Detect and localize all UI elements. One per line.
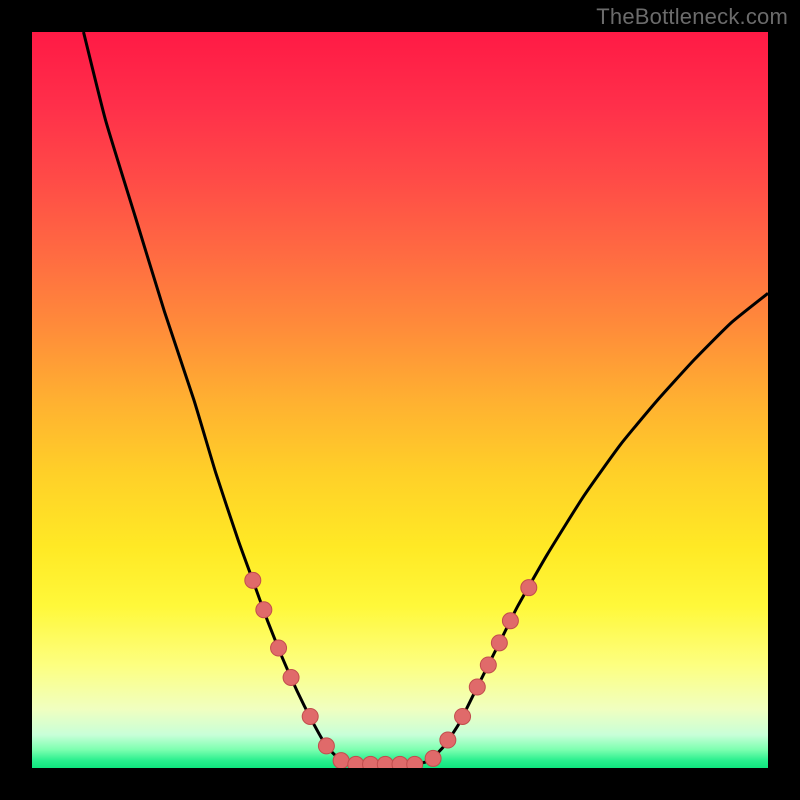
data-marker	[491, 635, 507, 651]
curve-layer	[32, 32, 768, 768]
marker-group	[245, 572, 537, 768]
data-marker	[302, 708, 318, 724]
data-marker	[333, 753, 349, 768]
data-marker	[469, 679, 485, 695]
data-marker	[363, 756, 379, 768]
data-marker	[392, 756, 408, 768]
data-marker	[455, 708, 471, 724]
data-marker	[318, 738, 334, 754]
chart-frame: TheBottleneck.com	[0, 0, 800, 800]
plot-area	[32, 32, 768, 768]
data-marker	[245, 572, 261, 588]
data-marker	[271, 640, 287, 656]
bottleneck-curve	[84, 32, 768, 764]
data-marker	[480, 657, 496, 673]
data-marker	[425, 750, 441, 766]
data-marker	[348, 756, 364, 768]
data-marker	[407, 756, 423, 768]
data-marker	[440, 732, 456, 748]
data-marker	[256, 602, 272, 618]
data-marker	[521, 580, 537, 596]
data-marker	[377, 756, 393, 768]
data-marker	[283, 669, 299, 685]
data-marker	[502, 613, 518, 629]
watermark-label: TheBottleneck.com	[596, 6, 788, 28]
